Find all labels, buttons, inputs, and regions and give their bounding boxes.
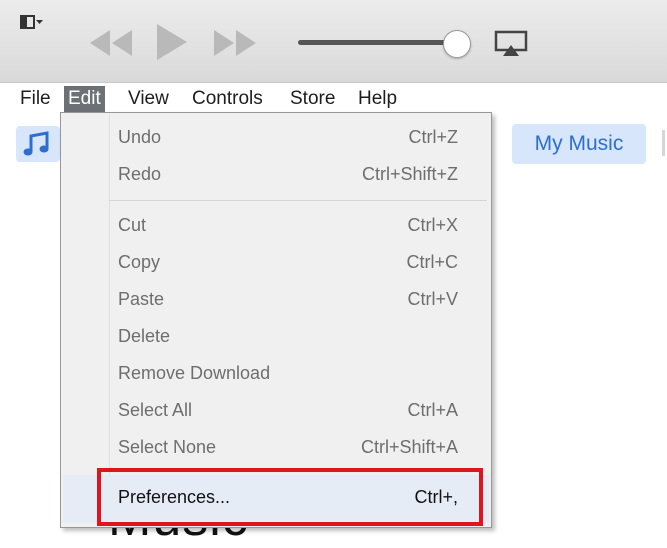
menu-help[interactable]: Help: [354, 86, 401, 112]
menu-item-remove-download[interactable]: Remove Download: [118, 359, 458, 389]
menu-item-shortcut: Ctrl+Z: [408, 127, 459, 147]
media-kind-button[interactable]: [16, 126, 60, 162]
menu-item-select-none[interactable]: Select None Ctrl+Shift+A: [118, 433, 458, 463]
volume-slider-track[interactable]: [298, 40, 448, 45]
menu-item-label: Cut: [118, 215, 147, 235]
rewind-icon[interactable]: [88, 26, 134, 60]
menu-item-label: Remove Download: [118, 363, 271, 383]
menu-item-cut[interactable]: Cut Ctrl+X: [118, 211, 458, 241]
menu-view[interactable]: View: [124, 86, 173, 112]
menu-file[interactable]: File: [16, 86, 55, 112]
menu-item-shortcut: Ctrl+A: [407, 400, 458, 420]
menu-item-paste[interactable]: Paste Ctrl+V: [118, 285, 458, 315]
window-menu-icon[interactable]: [20, 14, 44, 30]
menu-item-shortcut: Ctrl+C: [406, 252, 458, 272]
next-tab-edge: [662, 130, 665, 156]
menu-item-shortcut: Ctrl+X: [407, 215, 458, 235]
edit-menu-dropdown: Undo Ctrl+Z Redo Ctrl+Shift+Z Cut Ctrl+X…: [60, 112, 492, 528]
menu-store[interactable]: Store: [286, 86, 339, 112]
menu-item-label: Paste: [118, 289, 165, 309]
menu-separator: [109, 200, 487, 201]
my-music-tab[interactable]: My Music: [512, 124, 646, 164]
menu-item-shortcut: Ctrl+V: [407, 289, 458, 309]
menu-item-undo[interactable]: Undo Ctrl+Z: [118, 123, 458, 153]
menu-item-shortcut: Ctrl+Shift+A: [360, 437, 458, 457]
menu-item-label: Redo: [118, 164, 162, 184]
play-icon[interactable]: [154, 22, 190, 62]
menu-item-delete[interactable]: Delete: [118, 322, 458, 352]
menu-icon-gutter: [109, 113, 110, 527]
menu-item-shortcut: Ctrl+Shift+Z: [361, 164, 458, 184]
menu-controls[interactable]: Controls: [188, 86, 267, 112]
preferences-highlight-box: [97, 468, 483, 526]
menu-item-select-all[interactable]: Select All Ctrl+A: [118, 396, 458, 426]
player-toolbar: [0, 0, 667, 83]
menu-edit[interactable]: Edit: [64, 86, 105, 112]
airplay-icon[interactable]: [494, 30, 528, 58]
menu-item-label: Copy: [118, 252, 161, 272]
volume-slider-knob[interactable]: [443, 30, 471, 58]
menu-item-label: Undo: [118, 127, 162, 147]
menu-item-copy[interactable]: Copy Ctrl+C: [118, 248, 458, 278]
menu-item-label: Select All: [118, 400, 193, 420]
music-note-icon: [23, 131, 49, 156]
menu-item-redo[interactable]: Redo Ctrl+Shift+Z: [118, 160, 458, 190]
menu-item-label: Delete: [118, 326, 171, 346]
fast-forward-icon[interactable]: [212, 26, 258, 60]
menu-item-label: Select None: [118, 437, 217, 457]
